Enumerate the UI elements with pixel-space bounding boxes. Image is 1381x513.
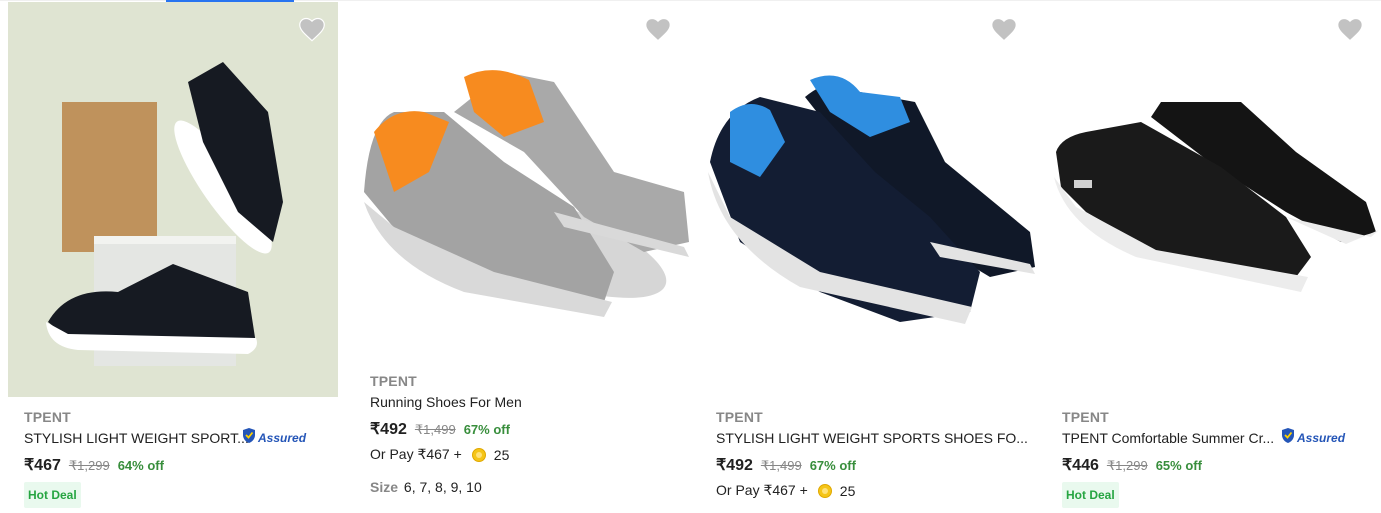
discount-percent: 65% off xyxy=(1155,458,1202,473)
product-brand: TPENT xyxy=(716,409,763,425)
product-image-1[interactable] xyxy=(8,2,338,397)
product-image-3[interactable] xyxy=(700,2,1038,397)
or-pay-text: Or Pay ₹467 + xyxy=(370,446,462,462)
original-price: ₹1,499 xyxy=(414,422,456,437)
selling-price: ₹492 xyxy=(370,421,407,438)
size-label: Size xyxy=(370,479,399,495)
assured-badge: Assured xyxy=(1280,427,1346,449)
assured-label: Assured xyxy=(258,431,307,445)
supercoin-icon xyxy=(817,483,832,498)
price-row: ₹467 ₹1,299 64% off xyxy=(24,455,164,475)
wishlist-heart-icon[interactable] xyxy=(1336,16,1364,42)
shield-check-icon xyxy=(241,427,257,449)
product-card-4[interactable]: TPENT TPENT Comfortable Summer Cr... Ass… xyxy=(1038,0,1381,513)
available-sizes: Size 6, 7, 8, 9, 10 xyxy=(370,479,482,495)
assured-label: Assured xyxy=(1297,431,1346,445)
original-price: ₹1,299 xyxy=(1106,458,1148,473)
product-title-link[interactable]: STYLISH LIGHT WEIGHT SPORTS SHOES FO... xyxy=(716,430,1028,446)
product-brand: TPENT xyxy=(370,373,417,389)
or-pay-text: Or Pay ₹467 + xyxy=(716,482,808,498)
product-image-2[interactable] xyxy=(354,2,692,397)
product-title-link[interactable]: Running Shoes For Men xyxy=(370,394,522,410)
shield-check-icon xyxy=(1280,427,1296,449)
price-row: ₹492 ₹1,499 67% off xyxy=(370,419,510,439)
product-brand: TPENT xyxy=(1062,409,1109,425)
discount-percent: 67% off xyxy=(809,458,856,473)
price-row: ₹446 ₹1,299 65% off xyxy=(1062,455,1202,475)
product-brand: TPENT xyxy=(24,409,71,425)
selling-price: ₹446 xyxy=(1062,457,1099,474)
selling-price: ₹467 xyxy=(24,457,61,474)
product-card-2[interactable]: TPENT Running Shoes For Men ₹492 ₹1,499 … xyxy=(346,0,692,513)
supercoin-icon xyxy=(471,447,486,462)
discount-percent: 67% off xyxy=(463,422,510,437)
product-image-4[interactable] xyxy=(1046,2,1381,397)
wishlist-heart-icon[interactable] xyxy=(298,16,326,42)
original-price: ₹1,299 xyxy=(68,458,110,473)
hot-deal-badge: Hot Deal xyxy=(24,482,81,508)
discount-percent: 64% off xyxy=(117,458,164,473)
product-card-3[interactable]: TPENT STYLISH LIGHT WEIGHT SPORTS SHOES … xyxy=(692,0,1038,513)
wishlist-heart-icon[interactable] xyxy=(644,16,672,42)
size-values: 6, 7, 8, 9, 10 xyxy=(403,479,482,495)
coin-count: 25 xyxy=(839,482,856,499)
selling-price: ₹492 xyxy=(716,457,753,474)
product-title-link[interactable]: TPENT Comfortable Summer Cr... xyxy=(1062,430,1274,446)
hot-deal-badge: Hot Deal xyxy=(1062,482,1119,508)
supercoin-offer: Or Pay ₹467 + 25 xyxy=(716,482,855,499)
price-row: ₹492 ₹1,499 67% off xyxy=(716,455,856,475)
product-card-1[interactable]: TPENT STYLISH LIGHT WEIGHT SPORT... Assu… xyxy=(0,0,346,513)
assured-badge: Assured xyxy=(241,427,307,449)
product-title-link[interactable]: STYLISH LIGHT WEIGHT SPORT... xyxy=(24,430,249,446)
wishlist-heart-icon[interactable] xyxy=(990,16,1018,42)
coin-count: 25 xyxy=(493,446,510,463)
supercoin-offer: Or Pay ₹467 + 25 xyxy=(370,446,509,463)
original-price: ₹1,499 xyxy=(760,458,802,473)
